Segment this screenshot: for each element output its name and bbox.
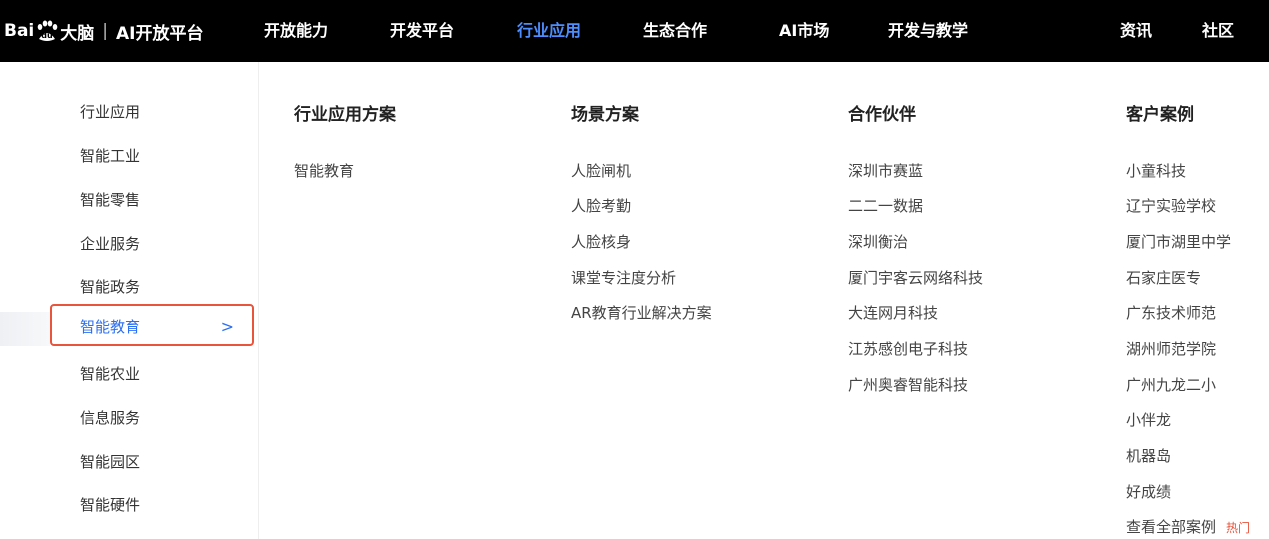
case-link[interactable]: 辽宁实验学校 bbox=[1126, 195, 1216, 216]
solutions-title: 行业应用方案 bbox=[294, 105, 396, 125]
scenario-link[interactable]: 人脸核身 bbox=[571, 231, 631, 252]
partners-title: 合作伙伴 bbox=[848, 105, 916, 125]
partner-link[interactable]: 深圳市赛蓝 bbox=[848, 160, 923, 181]
column-divider bbox=[258, 62, 259, 539]
case-link[interactable]: 广州九龙二小 bbox=[1126, 374, 1216, 395]
logo-separator: | bbox=[102, 21, 108, 41]
case-link[interactable]: 广东技术师范 bbox=[1126, 302, 1216, 323]
sidebar-item-smart-agriculture[interactable]: 智能农业 bbox=[80, 363, 140, 384]
case-link[interactable]: 好成绩 bbox=[1126, 481, 1171, 502]
sidebar-item-smart-retail[interactable]: 智能零售 bbox=[80, 189, 140, 210]
logo-text-bai: Bai bbox=[4, 21, 35, 41]
platform-name: AI开放平台 bbox=[116, 23, 204, 44]
case-link[interactable]: 湖州师范学院 bbox=[1126, 338, 1216, 359]
case-link[interactable]: 小伴龙 bbox=[1126, 409, 1171, 430]
hot-badge: 热门 bbox=[1226, 521, 1251, 535]
scenario-link[interactable]: 人脸考勤 bbox=[571, 195, 631, 216]
logo-text-brain: 大脑 bbox=[60, 23, 95, 44]
sidebar-item-smart-industry[interactable]: 智能工业 bbox=[80, 145, 140, 166]
case-link[interactable]: 机器岛 bbox=[1126, 445, 1171, 466]
nav-item-ecosystem[interactable]: 生态合作 bbox=[643, 0, 707, 62]
sidebar-item-info-services[interactable]: 信息服务 bbox=[80, 407, 140, 428]
sidebar-item-industry-apps[interactable]: 行业应用 bbox=[80, 101, 140, 122]
nav-item-dev-platform[interactable]: 开发平台 bbox=[390, 0, 454, 62]
scenario-link[interactable]: AR教育行业解决方案 bbox=[571, 302, 712, 323]
nav-item-open-capabilities[interactable]: 开放能力 bbox=[264, 0, 328, 62]
nav-item-industry-apps[interactable]: 行业应用 bbox=[517, 0, 581, 62]
nav-item-dev-teaching[interactable]: 开发与教学 bbox=[888, 0, 968, 62]
scenario-link[interactable]: 课堂专注度分析 bbox=[571, 267, 676, 288]
partner-link[interactable]: 厦门宇客云网络科技 bbox=[848, 267, 983, 288]
sidebar-item-smart-park[interactable]: 智能园区 bbox=[80, 451, 140, 472]
partner-link[interactable]: 大连网月科技 bbox=[848, 302, 938, 323]
view-all-label: 查看全部案例 bbox=[1126, 518, 1217, 536]
chevron-right-icon: > bbox=[220, 317, 234, 336]
case-link[interactable]: 石家庄医专 bbox=[1126, 267, 1201, 288]
partner-link[interactable]: 深圳衡治 bbox=[848, 231, 908, 252]
partner-link[interactable]: 广州奥睿智能科技 bbox=[848, 374, 968, 395]
sidebar-item-smart-education[interactable]: 智能教育 > bbox=[50, 304, 254, 346]
sidebar-item-label: 智能教育 bbox=[80, 318, 141, 336]
case-link[interactable]: 小童科技 bbox=[1126, 160, 1186, 181]
partner-link[interactable]: 江苏感创电子科技 bbox=[848, 338, 968, 359]
view-all-cases-link[interactable]: 查看全部案例 热门 bbox=[1126, 516, 1250, 537]
scenarios-title: 场景方案 bbox=[571, 105, 639, 125]
sidebar-item-smart-government[interactable]: 智能政务 bbox=[80, 276, 140, 297]
nav-item-news[interactable]: 资讯 bbox=[1120, 0, 1152, 62]
baidu-brain-logo[interactable]: Bai du 大脑 | AI开放平台 bbox=[4, 0, 203, 62]
logo-text-du: du bbox=[41, 31, 53, 40]
industry-sidebar: 行业应用 智能工业 智能零售 企业服务 智能政务 智能教育 > 智能农业 信息服… bbox=[0, 62, 258, 539]
partner-link[interactable]: 二二一数据 bbox=[848, 195, 923, 216]
case-link[interactable]: 厦门市湖里中学 bbox=[1126, 231, 1231, 252]
paw-icon: du bbox=[35, 20, 59, 42]
nav-item-ai-market[interactable]: AI市场 bbox=[779, 0, 829, 62]
cases-title: 客户案例 bbox=[1126, 105, 1194, 125]
solution-link[interactable]: 智能教育 bbox=[294, 160, 354, 181]
sidebar-item-enterprise-services[interactable]: 企业服务 bbox=[80, 233, 140, 254]
nav-item-community[interactable]: 社区 bbox=[1202, 0, 1234, 62]
scenario-link[interactable]: 人脸闸机 bbox=[571, 160, 631, 181]
sidebar-item-smart-hardware[interactable]: 智能硬件 bbox=[80, 494, 140, 515]
top-nav-bar: Bai du 大脑 | AI开放平台 开放能力 开发平台 行业应用 生态合作 A… bbox=[0, 0, 1269, 62]
